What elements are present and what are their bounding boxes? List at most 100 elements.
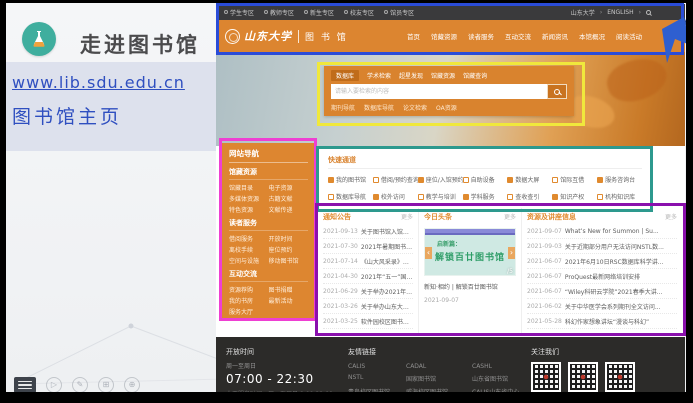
notices-more-link[interactable]: 更多 [401, 212, 413, 221]
nav-reading-activities[interactable]: 阅读活动 [616, 31, 642, 41]
resource-item[interactable]: 2021-09-03关于近期部分用户无法访问NSTL数... [527, 239, 677, 254]
list-menu-button[interactable] [14, 377, 36, 392]
zoom-icon[interactable]: ⊕ [124, 377, 140, 392]
footer-link-nstl[interactable]: NSTL [348, 374, 396, 383]
nav-reader-services[interactable]: 读者服务 [468, 31, 494, 41]
sidebar-link[interactable]: 资源荐购 [229, 285, 269, 294]
sidebar-link[interactable]: 馆藏目录 [229, 183, 269, 192]
quick-link-database-nav[interactable]: 数据库导航 [328, 192, 373, 201]
quick-link-self-service[interactable]: 自助设备 [463, 175, 508, 184]
headline-more-link[interactable]: 更多 [504, 212, 516, 221]
quick-link-data-screen[interactable]: 数据大屏 [507, 175, 552, 184]
database-nav-link[interactable]: 数据库导航 [364, 103, 394, 112]
search-tab-catalog[interactable]: 馆藏查询 [463, 71, 487, 80]
resource-item[interactable]: 2021-06-07ProQuest最新网络培训安排 [527, 269, 677, 284]
school-link[interactable]: 山东大学 [571, 8, 595, 17]
pen-icon[interactable]: ✎ [72, 377, 88, 392]
footer-link-shandong-library[interactable]: 山东省图书馆 [472, 374, 519, 383]
quick-link-service-desk[interactable]: 服务咨询台 [597, 175, 642, 184]
quick-link-repository[interactable]: 机构知识库 [597, 192, 642, 201]
quick-link-offcampus-access[interactable]: 校外访问 [373, 192, 418, 201]
footer-link-national-library[interactable]: 国家图书馆 [406, 374, 462, 383]
sidebar-link[interactable]: 座位预约 [269, 245, 309, 254]
resource-item[interactable]: 2021-09-07What’s New for Summon | Su... [527, 224, 677, 239]
resource-date: 2021-06-07 [527, 288, 562, 295]
search-tab-resources[interactable]: 馆藏资源 [431, 71, 455, 80]
quick-link-citation-check[interactable]: 查收查引 [507, 192, 552, 201]
sidebar-link[interactable]: 开放时间 [269, 234, 309, 243]
user-icon [344, 10, 348, 14]
search-tab-academic[interactable]: 学术检索 [367, 71, 391, 80]
search-tabs: 数据库 学术检索 超星发现 馆藏资源 馆藏查询 [331, 70, 567, 81]
notice-item[interactable]: 2021-03-25软件园校区图书馆临时闭馆通知 [323, 314, 413, 329]
search-tab-database[interactable]: 数据库 [331, 70, 359, 81]
nav-about[interactable]: 本馆概况 [579, 31, 605, 41]
topbar-tab-label: 新生专区 [310, 8, 334, 17]
library-url-link[interactable]: www.lib.sdu.edu.cn [12, 73, 185, 92]
nav-news[interactable]: 新闻资讯 [542, 31, 568, 41]
notice-item[interactable]: 2021-03-26关于举办山东大学第二届创新和学... [323, 299, 413, 314]
resources-more-link[interactable]: 更多 [665, 212, 677, 221]
paper-search-link[interactable]: 论文检索 [403, 103, 427, 112]
english-link[interactable]: ENGLISH [607, 9, 633, 16]
quick-link-seat-booking[interactable]: 座位/入馆预约 [418, 175, 463, 184]
sidebar-link[interactable]: 借阅服务 [229, 234, 269, 243]
resource-item[interactable]: 2021-06-07“Wiley科研云学院”2021春季大讲... [527, 284, 677, 299]
oa-resources-link[interactable]: OA资源 [436, 103, 457, 112]
quick-link-ip-service[interactable]: 知识产权 [552, 192, 597, 201]
topbar-tab-alumni[interactable]: 校友专区 [344, 8, 374, 17]
quick-link-my-library[interactable]: 我的图书馆 [328, 175, 373, 184]
topbar-tab-students[interactable]: 学生专区 [224, 8, 254, 17]
footer-link-calis-shandong[interactable]: CALIS山东省中心 [472, 387, 519, 392]
headline-carousel-image[interactable]: 启新篇： 解锁百廿图书馆 ‹ › /5 [424, 228, 516, 276]
nav-interaction[interactable]: 互动交流 [505, 31, 531, 41]
quick-link-interlibrary-loan[interactable]: 馆际互借 [552, 175, 597, 184]
nav-collections[interactable]: 馆藏资源 [431, 31, 457, 41]
notice-item[interactable]: 2021-09-13关于图书馆入馆、座位预约管理系... [323, 224, 413, 239]
footer-link-cadal[interactable]: CADAL [406, 363, 462, 370]
sidebar-link[interactable]: 空间与设施 [229, 256, 269, 265]
search-button[interactable] [547, 84, 567, 99]
resource-item[interactable]: 2021-05-28科幻作家想象讲坛“漫谈与科幻” [527, 314, 677, 329]
sidebar-link[interactable]: 文献传递 [269, 205, 309, 214]
footer-link-cashl[interactable]: CASHL [472, 363, 519, 370]
carousel-next-icon[interactable]: › [508, 247, 515, 259]
topbar-tab-staff[interactable]: 馆员专区 [384, 8, 414, 17]
headline-caption-link[interactable]: 新知·相约 | 解锁百廿图书馆 [424, 282, 516, 291]
footer-link-qingdao-campus[interactable]: 青岛校区图书馆 [348, 387, 396, 392]
notice-item[interactable]: 2021-07-14《山大风采录》校友及离退休人员... [323, 254, 413, 269]
topbar-tab-freshmen[interactable]: 新生专区 [304, 8, 334, 17]
journal-nav-link[interactable]: 期刊导航 [331, 103, 355, 112]
sidebar-link[interactable]: 移动图书馆 [269, 256, 309, 265]
sidebar-link[interactable]: 最新活动 [269, 296, 309, 305]
sidebar-link[interactable]: 离校手续 [229, 245, 269, 254]
resource-item[interactable]: 2021-06-072021年6月10日RSC数据库科学讲... [527, 254, 677, 269]
search-tab-discovery[interactable]: 超星发现 [399, 71, 423, 80]
notice-item[interactable]: 2021-04-302021年“五一”国际劳动节图书馆... [323, 269, 413, 284]
footer-link-weihai-campus[interactable]: 威海校区图书馆 [406, 387, 462, 392]
carousel-prev-icon[interactable]: ‹ [425, 247, 432, 259]
footer-link-calis[interactable]: CALIS [348, 363, 396, 370]
notice-item[interactable]: 2021-06-29关于举办2021年图书馆文化节的通知 [323, 284, 413, 299]
quick-link-subject-service[interactable]: 学科服务 [463, 192, 508, 201]
sidebar-link[interactable]: 古籍文献 [269, 194, 309, 203]
sidebar-link[interactable]: 特色资源 [229, 205, 269, 214]
sidebar-link[interactable]: 图书捐赠 [269, 285, 309, 294]
sidebar-link[interactable]: 多媒体资源 [229, 194, 269, 203]
notice-item[interactable]: 2021-07-302021年暑期图书馆读者服务指南 [323, 239, 413, 254]
site-brand[interactable]: 山东大学 图 书 馆 [225, 28, 348, 44]
search-icon[interactable] [646, 10, 651, 15]
sidebar-link[interactable]: 服务大厅 [229, 307, 269, 316]
sidebar-link[interactable]: 电子资源 [269, 183, 309, 192]
play-icon[interactable]: ▷ [46, 377, 62, 392]
sidebar-link[interactable]: 我的书房 [229, 296, 269, 305]
search-input[interactable] [331, 84, 547, 99]
resource-date: 2021-06-02 [527, 303, 562, 310]
grid-icon[interactable]: ⊞ [98, 377, 114, 392]
resource-item[interactable]: 2021-06-02关于中华医学会系列期刊全文访问... [527, 299, 677, 314]
nav-home[interactable]: 首页 [407, 31, 420, 41]
topbar-tab-teachers[interactable]: 教师专区 [264, 8, 294, 17]
quick-link-loan-query[interactable]: 借阅/预约查询 [373, 175, 418, 184]
quick-link-training[interactable]: 教学与培训 [418, 192, 463, 201]
player-toolbar: ▷ ✎ ⊞ ⊕ [14, 377, 140, 392]
